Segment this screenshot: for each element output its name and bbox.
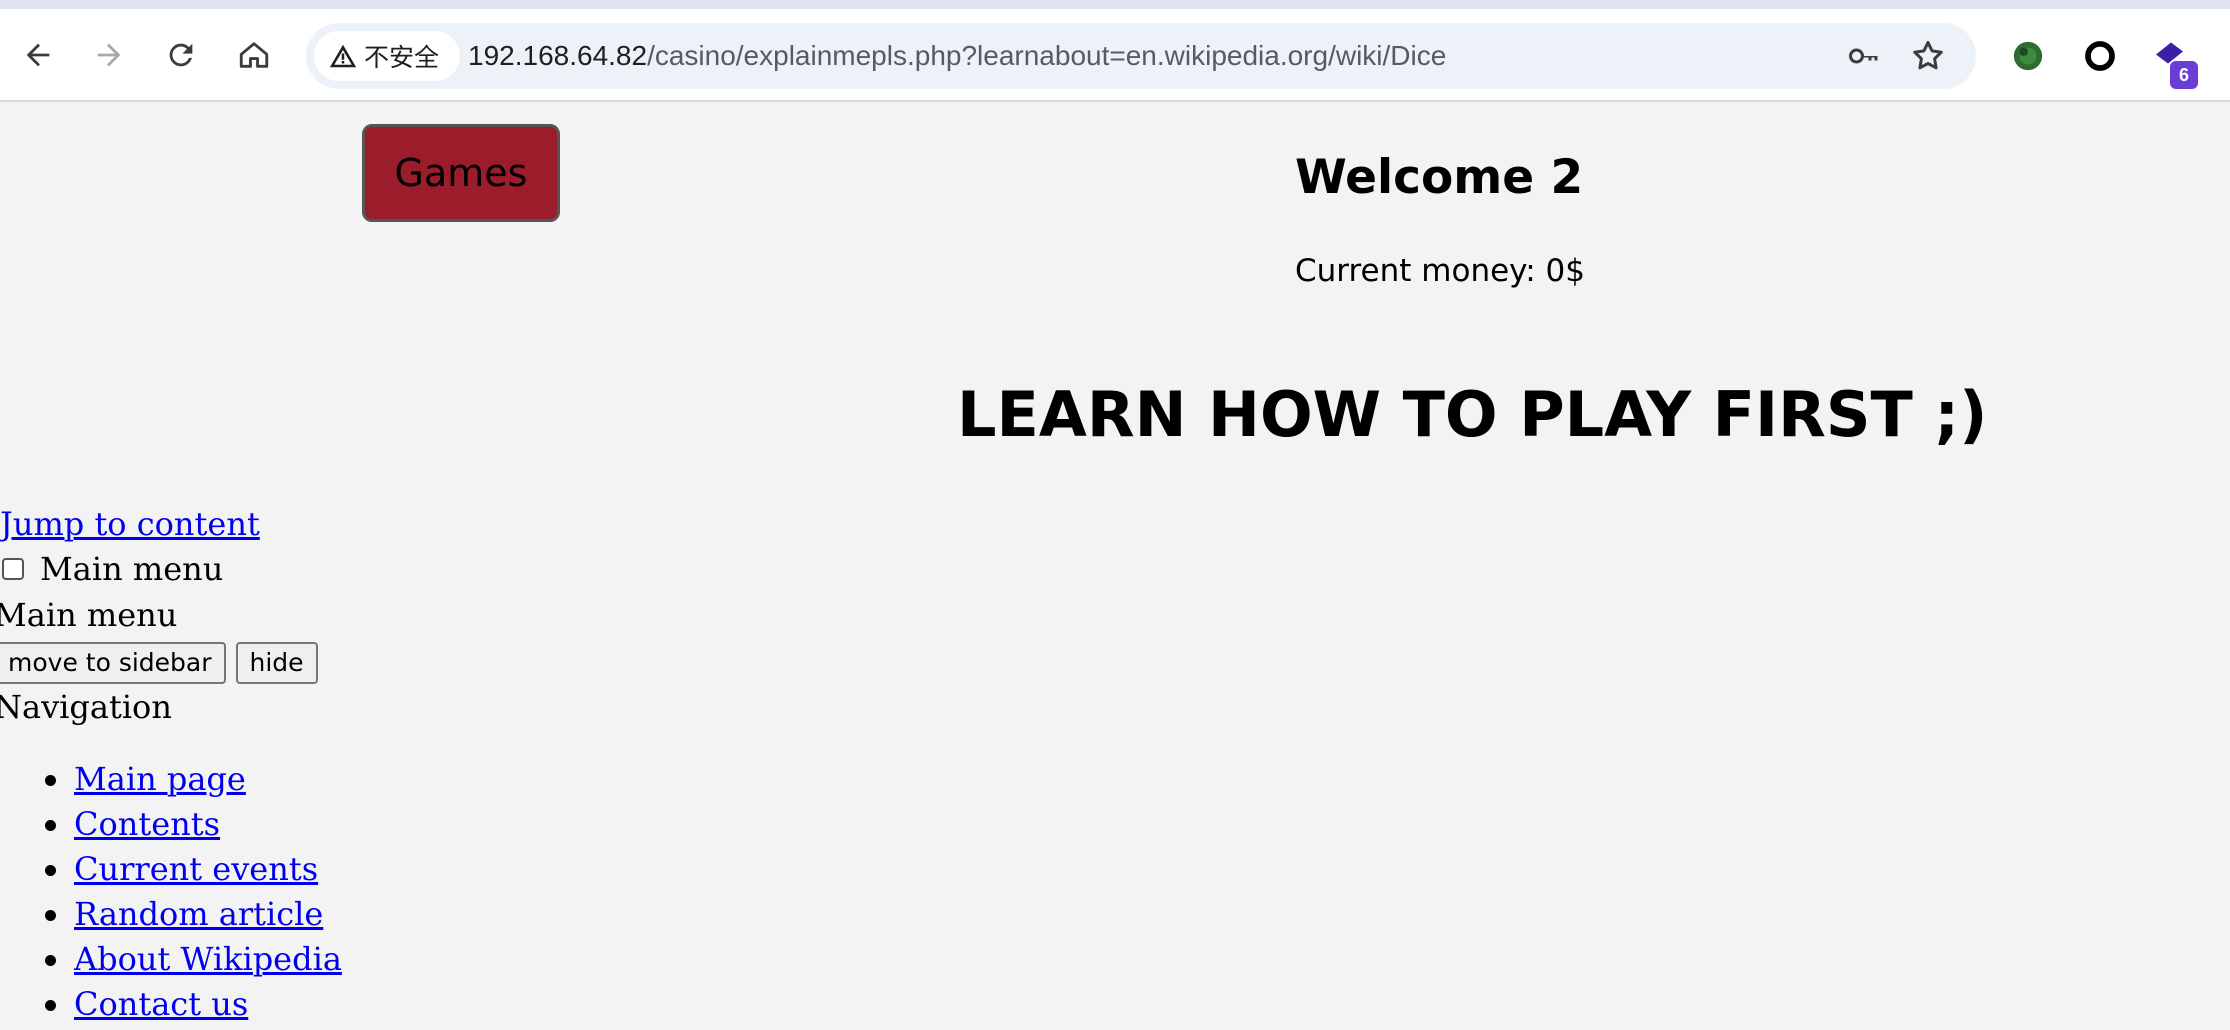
browser-toolbar: 不安全 192.168.64.82/casino/explainmepls.ph… xyxy=(0,9,2230,102)
list-item: Contents xyxy=(0,805,342,850)
nav-link-contact-us[interactable]: Contact us xyxy=(74,985,248,1023)
list-item: Random article xyxy=(0,895,342,940)
nav-link-main-page[interactable]: Main page xyxy=(74,760,246,798)
games-button[interactable]: Games xyxy=(362,124,560,222)
current-money: Current money: 0$ xyxy=(1295,253,1586,289)
nav-link-random-article[interactable]: Random article xyxy=(74,895,323,933)
learn-banner: LEARN HOW TO PLAY FIRST ;) xyxy=(957,378,1988,451)
list-item: About Wikipedia xyxy=(0,940,342,985)
nav-link-contents[interactable]: Contents xyxy=(74,805,220,843)
back-icon[interactable] xyxy=(18,35,58,75)
move-to-sidebar-button[interactable]: move to sidebar xyxy=(0,642,226,684)
forward-icon[interactable] xyxy=(89,35,129,75)
extension-count-badge: 6 xyxy=(2170,61,2198,89)
security-chip[interactable]: 不安全 xyxy=(314,31,460,81)
list-item: Main page xyxy=(0,760,342,805)
security-label: 不安全 xyxy=(364,44,440,72)
welcome-heading: Welcome 2 xyxy=(1295,150,1584,205)
url-path: /casino/explainmepls.php?learnabout=en.w… xyxy=(647,40,1447,71)
jump-to-content-link[interactable]: Jump to content xyxy=(0,505,260,543)
extension-icon[interactable] xyxy=(2007,35,2049,77)
star-icon[interactable] xyxy=(1910,38,1946,74)
main-menu-checkbox[interactable] xyxy=(2,558,24,580)
address-bar[interactable]: 不安全 192.168.64.82/casino/explainmepls.ph… xyxy=(306,23,1976,89)
url-text[interactable]: 192.168.64.82/casino/explainmepls.php?le… xyxy=(468,23,1446,89)
menu-button-row: move to sidebar hide xyxy=(0,642,318,684)
main-menu-heading: Main menu xyxy=(0,596,178,634)
main-menu-checkbox-label: Main menu xyxy=(40,550,224,588)
warning-icon xyxy=(329,44,357,68)
hide-button[interactable]: hide xyxy=(235,642,318,684)
key-icon[interactable] xyxy=(1846,38,1882,74)
navigation-list: Main page Contents Current events Random… xyxy=(0,760,342,1030)
list-item: Contact us xyxy=(0,985,342,1030)
browser-tab-strip xyxy=(0,0,2230,9)
home-icon[interactable] xyxy=(234,35,274,75)
reload-icon[interactable] xyxy=(161,35,201,75)
main-menu-toggle[interactable]: Main menu xyxy=(0,550,223,588)
nav-link-about-wikipedia[interactable]: About Wikipedia xyxy=(74,940,342,978)
nav-link-current-events[interactable]: Current events xyxy=(74,850,318,888)
circle-extension-icon[interactable] xyxy=(2079,35,2121,77)
url-host: 192.168.64.82 xyxy=(468,40,648,71)
list-item: Current events xyxy=(0,850,342,895)
navigation-heading: Navigation xyxy=(0,688,172,726)
